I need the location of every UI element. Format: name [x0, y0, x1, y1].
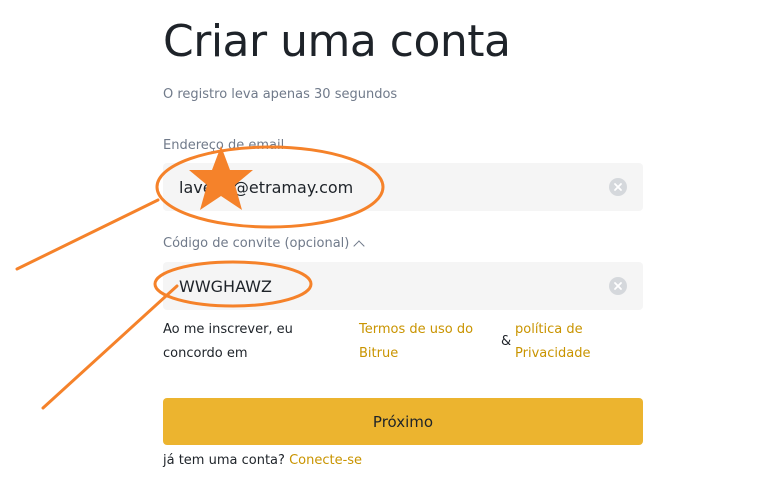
- clear-email-icon[interactable]: [609, 178, 627, 196]
- email-arrow-line: [15, 198, 160, 271]
- login-link[interactable]: Conecte-se: [289, 453, 362, 468]
- ampersand: &: [501, 334, 512, 349]
- terms-agreement: Ao me inscrever, eu concordo em Termos d…: [163, 318, 643, 368]
- email-label: Endereço de email: [163, 138, 285, 153]
- page-subtitle: O registro leva apenas 30 segundos: [163, 87, 398, 102]
- page-title: Criar uma conta: [163, 16, 511, 67]
- invite-arrow-line: [41, 284, 179, 410]
- email-field-container: [163, 163, 643, 211]
- login-prompt-line: já tem uma conta? Conecte-se: [163, 453, 362, 468]
- privacy-policy-link[interactable]: política de Privacidade: [515, 318, 625, 366]
- clear-invite-icon[interactable]: [609, 277, 627, 295]
- invite-code-label: Código de convite (opcional): [163, 236, 350, 251]
- invite-field-container: [163, 262, 643, 310]
- terms-text: Ao me inscrever, eu concordo em: [163, 322, 293, 361]
- chevron-up-icon: [353, 239, 366, 252]
- invite-code-toggle[interactable]: Código de convite (opcional): [163, 236, 366, 252]
- next-button[interactable]: Próximo: [163, 398, 643, 445]
- terms-of-use-link[interactable]: Termos de uso do Bitrue: [359, 318, 489, 366]
- signup-page: Criar uma conta O registro leva apenas 3…: [0, 0, 764, 477]
- email-field[interactable]: [179, 177, 609, 197]
- login-prompt: já tem uma conta?: [163, 453, 285, 468]
- invite-code-field[interactable]: [179, 276, 609, 296]
